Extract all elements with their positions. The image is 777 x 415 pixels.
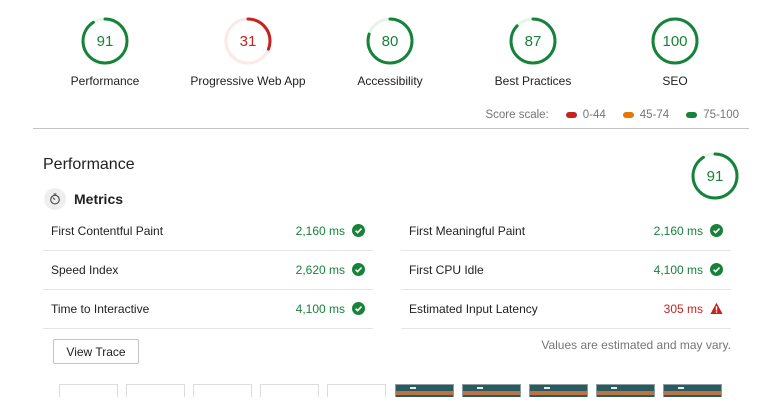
filmstrip-frame xyxy=(327,384,386,397)
check-circle-icon xyxy=(352,302,365,315)
gauge-label: Accessibility xyxy=(357,74,423,88)
metric-value: 2,160 ms xyxy=(295,224,345,238)
score-ring: 91 xyxy=(691,152,739,200)
header-divider xyxy=(33,128,749,129)
gauge-performance-section: 91 xyxy=(691,152,739,205)
gauge-seo[interactable]: 100 SEO xyxy=(605,17,745,88)
filmstrip-frame xyxy=(126,384,185,397)
filmstrip-frame xyxy=(395,384,454,397)
gauge-best-practices[interactable]: 87 Best Practices xyxy=(463,17,603,88)
check-circle-icon xyxy=(352,263,365,276)
gauge-label: Performance xyxy=(70,74,140,88)
gauge-label: Best Practices xyxy=(494,74,572,88)
stopwatch-icon xyxy=(44,188,66,210)
score-ring: 91 xyxy=(81,17,129,65)
check-circle-icon xyxy=(352,224,365,237)
scale-range-label: 0-44 xyxy=(582,109,606,121)
warning-triangle-icon xyxy=(710,302,723,314)
score-scale: Score scale: 0-44 45-74 75-100 xyxy=(485,109,739,121)
scale-range-fail: 0-44 xyxy=(565,109,606,121)
score-scale-label: Score scale: xyxy=(485,109,549,121)
metric-row: Estimated Input Latency 305 ms xyxy=(401,290,731,329)
metrics-title: Metrics xyxy=(74,191,124,207)
gauge-score: 31 xyxy=(240,33,257,50)
metric-name: First Contentful Paint xyxy=(51,224,164,238)
check-circle-icon xyxy=(710,224,723,237)
metric-value: 2,160 ms xyxy=(653,224,703,238)
metrics-column-left: First Contentful Paint 2,160 ms Speed In… xyxy=(43,212,373,329)
metric-row: First Contentful Paint 2,160 ms xyxy=(43,212,373,251)
score-ring: 80 xyxy=(366,17,414,65)
scale-range-label: 75-100 xyxy=(703,109,739,121)
filmstrip-frame xyxy=(462,384,521,397)
scale-range-average: 45-74 xyxy=(622,109,670,121)
metric-value: 2,620 ms xyxy=(295,263,345,277)
filmstrip xyxy=(59,384,729,415)
metric-row: First Meaningful Paint 2,160 ms xyxy=(401,212,731,251)
gauge-score: 91 xyxy=(97,33,114,50)
metric-name: First Meaningful Paint xyxy=(409,224,526,238)
metric-name: Estimated Input Latency xyxy=(409,302,538,316)
metric-name: Speed Index xyxy=(51,263,119,277)
gauge-score: 87 xyxy=(525,33,542,50)
metric-value: 4,100 ms xyxy=(295,302,345,316)
filmstrip-frame xyxy=(596,384,655,397)
metric-name: Time to Interactive xyxy=(51,302,150,316)
fail-pill-icon xyxy=(565,112,577,118)
gauge-performance[interactable]: 91 Performance xyxy=(35,17,175,88)
gauge-score: 91 xyxy=(707,168,724,185)
check-circle-icon xyxy=(710,263,723,276)
gauge-label: SEO xyxy=(662,74,688,88)
filmstrip-frame xyxy=(260,384,319,397)
gauge-score: 100 xyxy=(662,33,687,50)
section-title: Performance xyxy=(43,156,135,173)
metric-row: Time to Interactive 4,100 ms xyxy=(43,290,373,329)
view-trace-button[interactable]: View Trace xyxy=(53,339,139,364)
estimate-note: Values are estimated and may vary. xyxy=(541,338,731,352)
score-ring: 87 xyxy=(509,17,557,65)
pass-pill-icon xyxy=(686,112,698,118)
filmstrip-frame xyxy=(193,384,252,397)
average-pill-icon xyxy=(622,112,634,118)
gauge-accessibility[interactable]: 80 Accessibility xyxy=(320,17,460,88)
metrics-header: Metrics xyxy=(44,188,123,210)
filmstrip-frame xyxy=(529,384,588,397)
scale-range-label: 45-74 xyxy=(639,109,670,121)
filmstrip-frame xyxy=(663,384,722,397)
gauge-pwa[interactable]: 31 Progressive Web App xyxy=(178,17,318,88)
scale-range-pass: 75-100 xyxy=(686,109,739,121)
filmstrip-frame xyxy=(59,384,118,397)
gauge-score: 80 xyxy=(382,33,399,50)
metric-row: First CPU Idle 4,100 ms xyxy=(401,251,731,290)
score-ring: 100 xyxy=(651,17,699,65)
metric-value: 4,100 ms xyxy=(653,263,703,277)
metrics-column-right: First Meaningful Paint 2,160 ms First CP… xyxy=(401,212,731,329)
metric-name: First CPU Idle xyxy=(409,263,484,277)
metric-value: 305 ms xyxy=(663,302,703,316)
metric-row: Speed Index 2,620 ms xyxy=(43,251,373,290)
gauge-label: Progressive Web App xyxy=(190,74,306,88)
score-ring: 31 xyxy=(224,17,272,65)
category-gauges: 91 Performance 31 Progressive Web App 80… xyxy=(0,0,777,100)
